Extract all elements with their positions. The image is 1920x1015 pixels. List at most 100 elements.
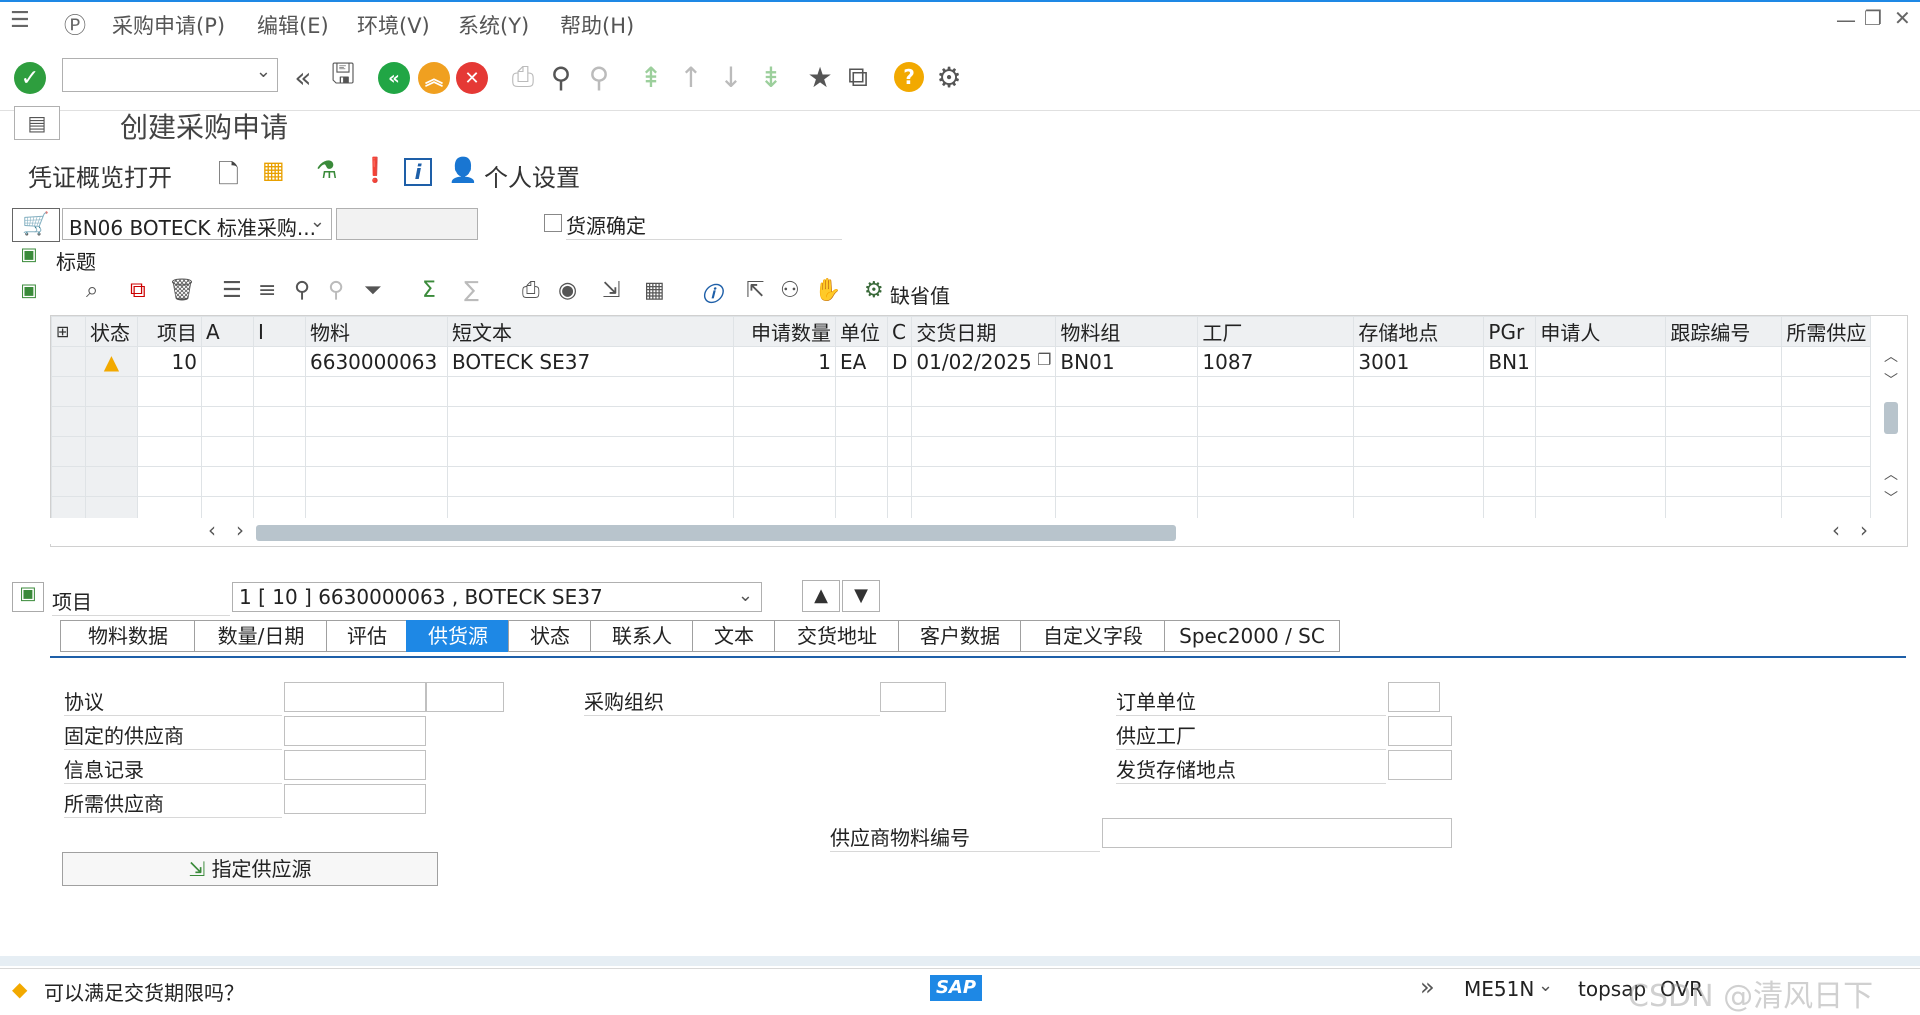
copy-icon[interactable]: ⧉ [130, 278, 146, 303]
tab-material-data[interactable]: 物料数据 [60, 620, 196, 652]
cell-c[interactable]: D [886, 346, 913, 377]
prev-item-button[interactable]: ▲ [802, 580, 840, 612]
menu-icon[interactable]: ☰ [10, 8, 30, 33]
enter-icon[interactable]: ✓ [14, 62, 46, 94]
minimize-icon[interactable]: — [1836, 8, 1856, 32]
grid-find-icon[interactable]: ⚲ [294, 278, 310, 303]
scroll-up-icon[interactable]: ︿ [1884, 346, 1898, 366]
shortcut-icon[interactable]: ⧉ [842, 60, 874, 94]
personal-settings-icon[interactable]: 👤 [448, 156, 478, 184]
import-icon[interactable]: ⇱ [746, 278, 764, 303]
select-all-icon[interactable]: ⊞ [51, 316, 86, 347]
info-record-field[interactable] [284, 750, 426, 780]
double-right-icon[interactable]: » [1420, 973, 1435, 1001]
col-header-tracking[interactable]: 跟踪编号 [1665, 316, 1783, 347]
purch-org-field[interactable] [880, 682, 946, 712]
col-header-c[interactable]: C [886, 316, 913, 347]
col-header-short-text[interactable]: 短文本 [447, 316, 734, 347]
hold-icon[interactable]: ▦ [262, 156, 285, 184]
default-values-icon[interactable]: ⚙ [864, 278, 884, 303]
col-header-desired-vendor[interactable]: 所需供应 [1781, 316, 1872, 347]
order-unit-field[interactable] [1388, 682, 1440, 712]
col-header-pgr[interactable]: PGr [1483, 316, 1537, 347]
subtotal-icon[interactable]: ∑ [464, 278, 479, 303]
tab-status[interactable]: 状态 [508, 620, 592, 652]
close-icon[interactable]: ✕ [1894, 6, 1911, 30]
menu-item-system[interactable]: 系统(Y) [458, 10, 529, 40]
cell-material[interactable]: 6630000063 [305, 346, 448, 377]
source-det-checkbox[interactable] [544, 214, 562, 232]
supplying-plant-field[interactable] [1388, 716, 1452, 746]
col-header-delivery-date[interactable]: 交货日期 [911, 316, 1057, 347]
menu-item-environment[interactable]: 环境(V) [357, 10, 430, 40]
cell-mat-group[interactable]: BN01 [1055, 346, 1199, 377]
delete-icon[interactable]: 🗑 [168, 278, 196, 303]
tab-valuation[interactable]: 评估 [326, 620, 408, 652]
grid-vertical-scrollbar[interactable]: ︿ ﹀ ︿ ﹀ [1880, 346, 1902, 514]
align-icon[interactable]: ☰ [222, 278, 242, 303]
cell-short-text[interactable]: BOTECK SE37 [447, 346, 734, 377]
col-header-plant[interactable]: 工厂 [1197, 316, 1355, 347]
tab-text[interactable]: 文本 [692, 620, 776, 652]
col-header-mat-group[interactable]: 物料组 [1055, 316, 1199, 347]
row-selector[interactable] [51, 346, 86, 377]
save-icon[interactable]: 🖫 [326, 57, 360, 94]
tab-delivery-address[interactable]: 交货地址 [774, 620, 900, 652]
find-icon[interactable]: ⚲ [544, 60, 578, 94]
menu-item-purchase-req[interactable]: 采购申请(P) [112, 10, 225, 40]
next-item-button[interactable]: ▼ [842, 580, 880, 612]
tab-customer-data[interactable]: 客户数据 [898, 620, 1022, 652]
scroll-right-icon[interactable]: › [1860, 518, 1868, 542]
table-row[interactable]: ▲ 10 6630000063 BOTECK SE37 1 EA D 01/02… [51, 346, 1872, 377]
agreement-item-field[interactable] [426, 682, 504, 712]
cell-requisitioner[interactable] [1535, 346, 1667, 377]
scroll-thumb[interactable] [1884, 402, 1898, 434]
tab-custom-fields[interactable]: 自定义字段 [1020, 620, 1166, 652]
cell-unit[interactable]: EA [835, 346, 888, 377]
item-detail-toggle-icon[interactable]: ▣ [12, 582, 44, 612]
col-header-storage[interactable]: 存储地点 [1353, 316, 1485, 347]
messages-icon[interactable]: ❗ [360, 156, 390, 184]
filter-icon[interactable]: ⏷ [364, 278, 382, 303]
calendar-icon[interactable]: ❐ [1037, 350, 1051, 369]
tab-source[interactable]: 供货源 [406, 620, 510, 652]
tab-contact[interactable]: 联系人 [590, 620, 694, 652]
table-row[interactable] [51, 406, 1872, 437]
sum-icon[interactable]: Σ [422, 278, 436, 303]
export-icon[interactable]: ⇲ [602, 278, 620, 303]
desired-vendor-field[interactable] [284, 784, 426, 814]
double-left-icon[interactable]: « [286, 60, 320, 94]
back-icon[interactable]: « [378, 62, 410, 94]
item-select[interactable]: 1 [ 10 ] 6630000063 , BOTECK SE37 ⌄ [232, 582, 762, 612]
menu-item-edit[interactable]: 编辑(E) [257, 10, 329, 40]
next-page-icon[interactable]: ↓ [716, 60, 746, 94]
grid-info-icon[interactable]: ⓘ [702, 278, 722, 307]
create-session-icon[interactable]: ★ [804, 60, 836, 94]
doc-type-select[interactable]: BN06 BOTECK 标准采购... ⌄ [62, 208, 332, 240]
cell-pgr[interactable]: BN1 [1483, 346, 1537, 377]
vendor-mat-no-field[interactable] [1102, 818, 1452, 848]
cart-icon[interactable]: 🛒 [12, 208, 60, 242]
grid-horizontal-scrollbar[interactable]: ‹ › ‹ › [50, 518, 1906, 544]
chevron-down-icon[interactable]: ⌄ [256, 61, 271, 82]
restore-icon[interactable]: ❐ [1864, 6, 1882, 30]
tab-qty-date[interactable]: 数量/日期 [194, 620, 328, 652]
col-header-unit[interactable]: 单位 [835, 316, 888, 347]
cell-item[interactable]: 10 [137, 346, 202, 377]
col-header-a[interactable]: A [201, 316, 254, 347]
cell-qty[interactable]: 1 [733, 346, 836, 377]
cell-i[interactable] [253, 346, 306, 377]
cell-tracking[interactable] [1665, 346, 1783, 377]
col-header-i[interactable]: I [253, 316, 306, 347]
first-page-icon[interactable]: ⇞ [636, 60, 666, 94]
tab-spec2000[interactable]: Spec2000 / SC [1164, 620, 1340, 652]
settings-gear-icon[interactable]: ⚙ [932, 60, 966, 94]
table-row[interactable] [51, 376, 1872, 407]
col-header-material[interactable]: 物料 [305, 316, 448, 347]
cell-storage[interactable]: 3001 [1353, 346, 1485, 377]
issuing-sloc-field[interactable] [1388, 750, 1452, 780]
person-icon[interactable]: ⚇ [780, 278, 800, 303]
items-expand-icon[interactable]: ▣ [14, 280, 44, 306]
grid-find-next-icon[interactable]: ⚲ [328, 278, 344, 303]
print-icon[interactable]: ⎙ [506, 60, 540, 94]
